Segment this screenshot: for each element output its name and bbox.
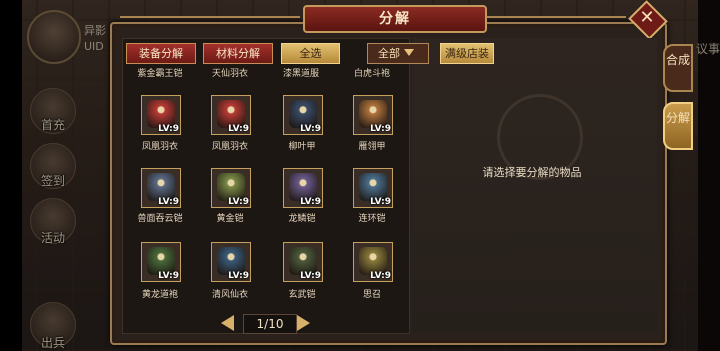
item-level: LV:9 xyxy=(300,271,321,281)
item-slot[interactable]: LV:9 xyxy=(353,168,393,208)
top-row-name: 白虎斗袍 xyxy=(353,69,390,79)
item-level: LV:9 xyxy=(158,124,179,134)
item-level: LV:9 xyxy=(158,197,179,207)
tab-decompose[interactable]: 分解 xyxy=(663,102,693,150)
selection-hint: 请选择要分解的物品 xyxy=(482,166,582,179)
close-icon[interactable]: ✕ xyxy=(634,6,660,30)
item-name: 凤凰羽衣 xyxy=(211,142,248,152)
item-slot[interactable]: LV:9 xyxy=(211,168,251,208)
next-page-arrow-icon[interactable] xyxy=(297,315,310,331)
tab-synthesize-label: 合成 xyxy=(665,53,690,67)
item-slot[interactable]: LV:9 xyxy=(283,168,323,208)
title-line-left xyxy=(120,16,300,18)
item-name: 雁翎甲 xyxy=(358,142,386,152)
item-name: 龙鳞铠 xyxy=(288,214,316,224)
filter-dropdown-value: 全部 xyxy=(378,47,400,60)
item-level: LV:9 xyxy=(370,124,391,134)
item-slot[interactable]: LV:9 xyxy=(141,168,181,208)
item-name: 玄武铠 xyxy=(288,290,316,300)
item-level: LV:9 xyxy=(228,197,249,207)
select-all-button[interactable]: 全选 xyxy=(281,43,340,64)
item-slot[interactable]: LV:9 xyxy=(211,95,251,135)
item-level: LV:9 xyxy=(228,271,249,281)
top-row-name: 漆黑道服 xyxy=(282,69,319,79)
item-name: 连环铠 xyxy=(358,214,386,224)
item-slot[interactable]: LV:9 xyxy=(141,242,181,282)
item-level: LV:9 xyxy=(300,124,321,134)
item-level: LV:9 xyxy=(300,197,321,207)
item-name: 清风仙衣 xyxy=(211,290,248,300)
item-name: 柳叶甲 xyxy=(288,142,316,152)
item-slot[interactable]: LV:9 xyxy=(353,95,393,135)
item-name: 思召 xyxy=(362,290,381,300)
dropdown-arrow-icon[interactable] xyxy=(404,49,414,56)
title-line-right xyxy=(486,16,626,18)
item-level: LV:9 xyxy=(228,124,249,134)
item-level: LV:9 xyxy=(370,197,391,207)
page-indicator: 1/10 xyxy=(243,314,297,334)
item-slot[interactable]: LV:9 xyxy=(353,242,393,282)
tab-synthesize[interactable]: 合成 xyxy=(663,44,693,92)
item-name: 凤凰羽衣 xyxy=(141,142,178,152)
tab-equipment-decompose[interactable]: 装备分解 xyxy=(126,43,196,64)
top-row-name: 天仙羽衣 xyxy=(211,69,248,79)
full-level-shop-button[interactable]: 满级店装 xyxy=(440,43,494,64)
item-slot[interactable]: LV:9 xyxy=(283,95,323,135)
item-level: LV:9 xyxy=(370,271,391,281)
filter-dropdown[interactable]: 全部 xyxy=(367,43,429,64)
item-slot[interactable]: LV:9 xyxy=(283,242,323,282)
item-slot[interactable]: LV:9 xyxy=(211,242,251,282)
item-name: 黄龙道袍 xyxy=(141,290,178,300)
item-level: LV:9 xyxy=(158,271,179,281)
item-name: 黄金铠 xyxy=(216,214,244,224)
top-row-name: 紫金霸王铠 xyxy=(137,69,183,79)
dialog-title: 分解 xyxy=(303,5,487,33)
item-slot[interactable]: LV:9 xyxy=(141,95,181,135)
preview-panel xyxy=(412,38,657,332)
tab-material-decompose[interactable]: 材料分解 xyxy=(203,43,273,64)
prev-page-arrow-icon[interactable] xyxy=(221,315,234,331)
item-name: 兽面吞云铠 xyxy=(137,214,183,224)
tab-decompose-label: 分解 xyxy=(665,111,690,125)
